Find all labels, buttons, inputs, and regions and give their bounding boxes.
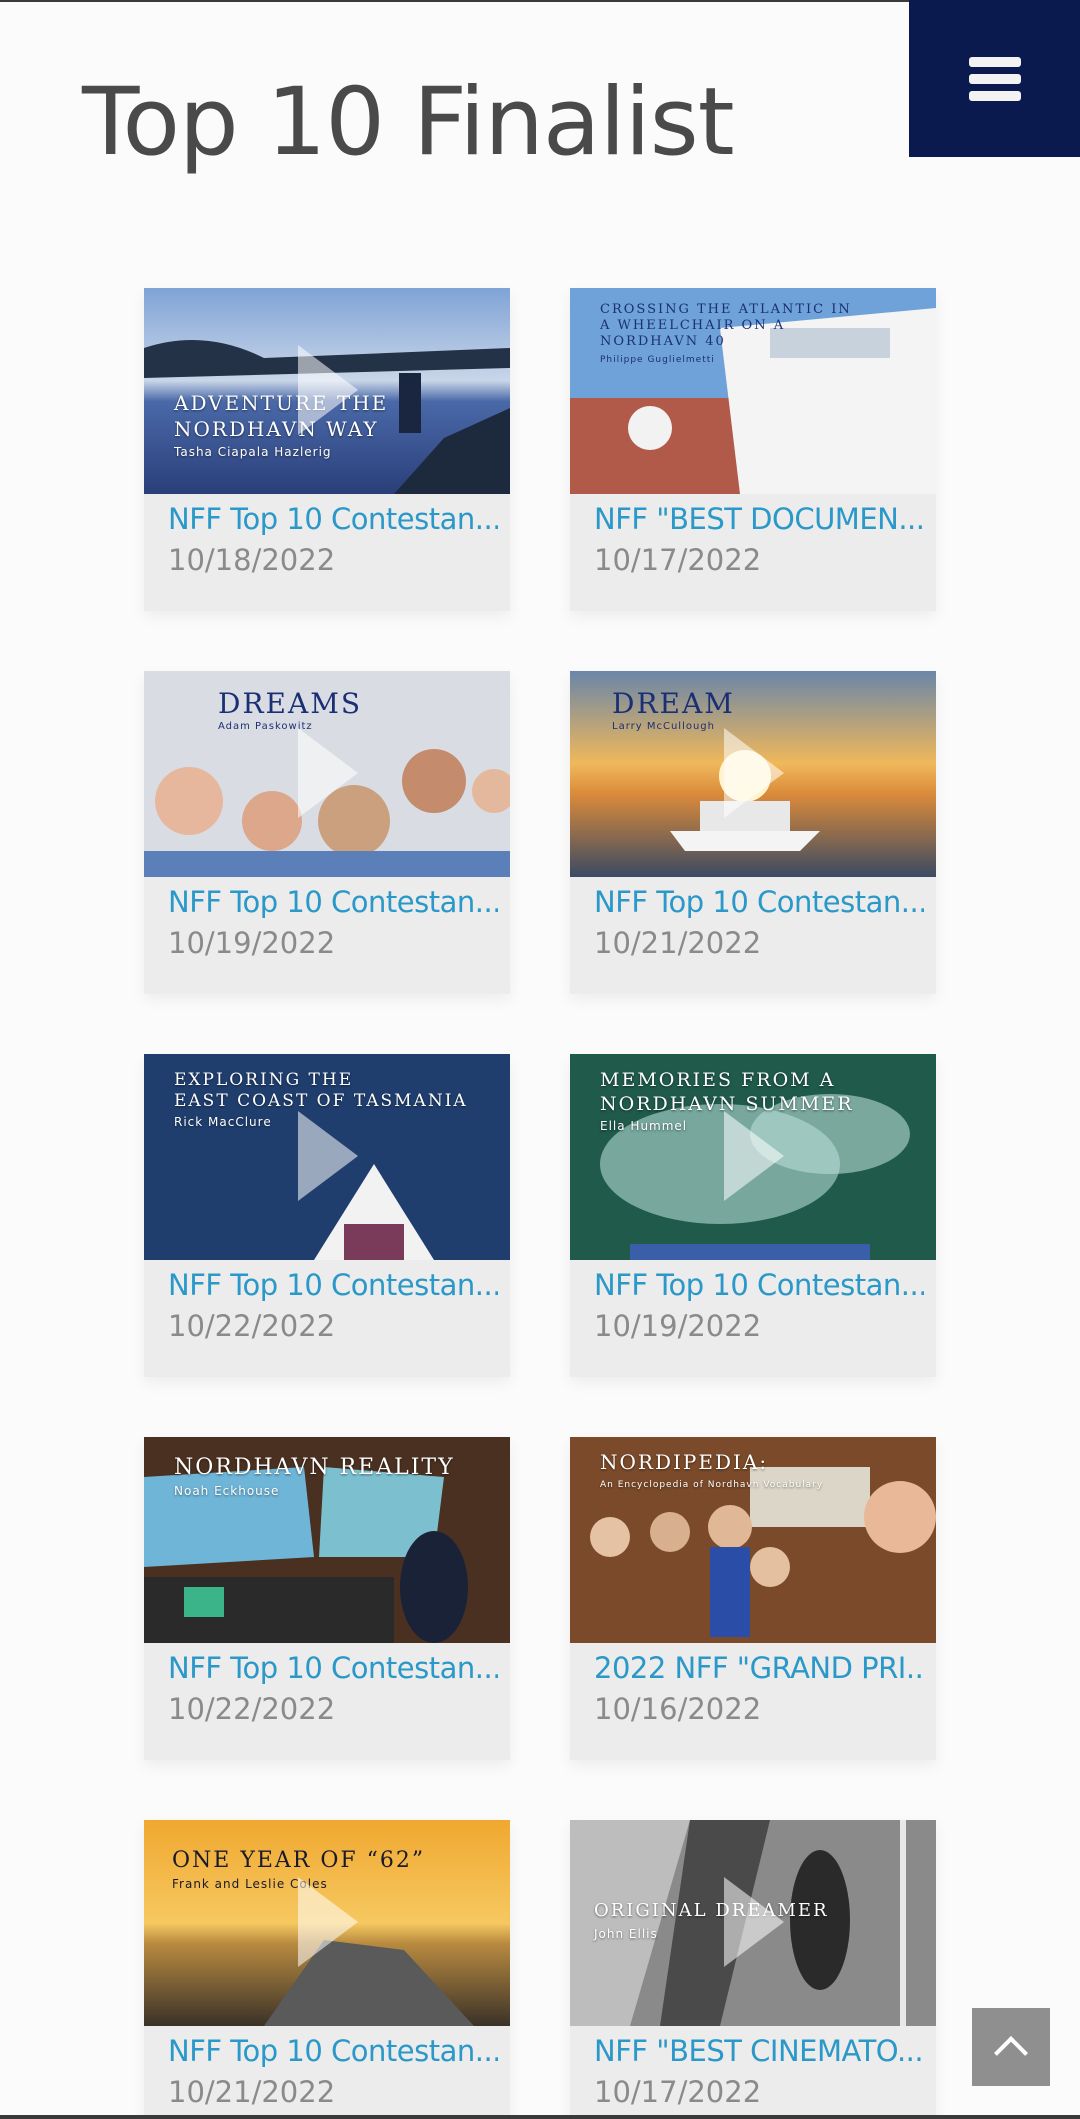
thumbnail-title: Exploring the East Coast of Tasmania [174,1070,468,1111]
bottom-rule [0,2115,1080,2119]
card-title[interactable]: NFF Top 10 Contestan... [168,885,498,919]
video-thumbnail[interactable]: Nordipedia: An Encyclopedia of Nordhavn V… [570,1437,936,1643]
video-thumbnail[interactable]: Original Dreamer John Ellis [570,1820,936,2026]
thumbnail-subtitle: Larry McCullough [612,721,715,732]
card-title[interactable]: 2022 NFF "GRAND PRI... [594,1651,924,1685]
card-date: 10/22/2022 [168,1692,336,1726]
video-thumbnail[interactable]: Nordhavn Reality Noah Eckhouse [144,1437,510,1643]
video-thumbnail[interactable]: Adventure the Nordhavn Way Tasha Ciapala … [144,288,510,494]
hamburger-icon [968,56,1021,101]
card-title[interactable]: NFF Top 10 Contestan... [168,1268,498,1302]
thumbnail-title: Crossing the Atlantic in a wheelchair on… [600,302,852,349]
thumbnail-subtitle: John Ellis [594,1927,658,1941]
video-card[interactable]: Adventure the Nordhavn Way Tasha Ciapala … [144,288,510,611]
play-icon[interactable] [298,1877,358,1967]
card-title[interactable]: NFF "BEST DOCUMEN... [594,502,924,536]
card-title[interactable]: NFF Top 10 Contestan... [168,2034,498,2068]
card-date: 10/19/2022 [168,926,336,960]
video-thumbnail[interactable]: Memories from a Nordhavn Summer Ella Humm… [570,1054,936,1260]
card-title[interactable]: NFF "BEST CINEMATO... [594,2034,924,2068]
video-thumbnail[interactable]: Crossing the Atlantic in a wheelchair on… [570,288,936,494]
video-card[interactable]: Dream Larry McCullough NFF Top 10 Contest… [570,671,936,994]
video-thumbnail[interactable]: Exploring the East Coast of Tasmania Rick… [144,1054,510,1260]
video-card[interactable]: Memories from a Nordhavn Summer Ella Humm… [570,1054,936,1377]
play-icon[interactable] [298,1111,358,1201]
video-thumbnail[interactable]: One Year of “62” Frank and Leslie Coles [144,1820,510,2026]
video-card[interactable]: Exploring the East Coast of Tasmania Rick… [144,1054,510,1377]
card-title[interactable]: NFF Top 10 Contestan... [168,502,498,536]
card-date: 10/21/2022 [168,2075,336,2109]
card-date: 10/19/2022 [594,1309,762,1343]
card-title[interactable]: NFF Top 10 Contestan... [594,1268,924,1302]
play-icon[interactable] [724,728,784,818]
video-card[interactable]: Dreams Adam Paskowitz NFF Top 10 Contesta… [144,671,510,994]
thumbnail-title: Memories from a Nordhavn Summer [600,1069,854,1115]
thumbnail-title: Dreams [218,687,363,720]
thumbnail-title: Nordipedia: [600,1450,769,1474]
chevron-up-icon [994,2036,1028,2070]
video-card[interactable]: One Year of “62” Frank and Leslie Coles N… [144,1820,510,2119]
card-date: 10/17/2022 [594,2075,762,2109]
card-date: 10/17/2022 [594,543,762,577]
thumbnail-title: Original Dreamer [594,1900,829,1921]
scroll-to-top-button[interactable] [972,2008,1050,2086]
card-date: 10/22/2022 [168,1309,336,1343]
video-card[interactable]: Nordhavn Reality Noah Eckhouse NFF Top 10… [144,1437,510,1760]
menu-button[interactable] [909,0,1080,157]
card-title[interactable]: NFF Top 10 Contestan... [594,885,924,919]
thumbnail-subtitle: Tasha Ciapala Hazlerig [174,445,332,459]
video-thumbnail[interactable]: Dream Larry McCullough [570,671,936,877]
video-card[interactable]: Crossing the Atlantic in a wheelchair on… [570,288,936,611]
thumbnail-subtitle: Philippe Guglielmetti [600,355,715,365]
card-title[interactable]: NFF Top 10 Contestan... [168,1651,498,1685]
thumbnail-subtitle: Noah Eckhouse [174,1484,280,1498]
play-icon[interactable] [298,728,358,818]
video-card[interactable]: Original Dreamer John Ellis NFF "BEST CIN… [570,1820,936,2119]
video-card[interactable]: Nordipedia: An Encyclopedia of Nordhavn V… [570,1437,936,1760]
card-date: 10/21/2022 [594,926,762,960]
card-date: 10/18/2022 [168,543,336,577]
play-icon[interactable] [724,1877,784,1967]
page-title: Top 10 Finalist [82,68,735,177]
thumbnail-subtitle: An Encyclopedia of Nordhavn Vocabulary [600,1480,824,1490]
thumbnail-title: One Year of “62” [172,1848,426,1873]
play-icon[interactable] [298,345,358,435]
thumbnail-title: Dream [612,687,735,720]
card-date: 10/16/2022 [594,1692,762,1726]
video-thumbnail[interactable]: Dreams Adam Paskowitz [144,671,510,877]
play-icon[interactable] [724,1111,784,1201]
thumbnail-title: Nordhavn Reality [174,1455,455,1480]
